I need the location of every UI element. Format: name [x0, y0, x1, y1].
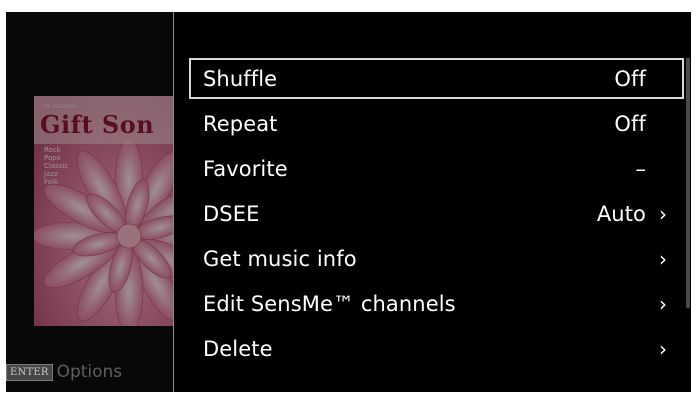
- album-genre: Rock: [44, 146, 61, 154]
- menu-item-delete[interactable]: Delete ›: [189, 328, 684, 369]
- options-hint: ENTER Options: [6, 360, 122, 384]
- menu-item-shuffle[interactable]: Shuffle Off: [189, 58, 684, 99]
- menu-item-label: Delete: [203, 336, 273, 361]
- album-genre: Classic: [44, 162, 69, 170]
- pane-divider: [173, 12, 174, 392]
- menu-item-edit-sensme-channels[interactable]: Edit SensMe™ channels ›: [189, 283, 684, 324]
- menu-item-label: DSEE: [203, 201, 260, 226]
- menu-item-value: Auto: [596, 201, 646, 226]
- menu-item-value: Off: [614, 66, 646, 91]
- menu-item-favorite[interactable]: Favorite –: [189, 148, 684, 189]
- menu-item-value: –: [635, 156, 646, 181]
- menu-item-get-music-info[interactable]: Get music info ›: [189, 238, 684, 279]
- album-genre: Folk: [44, 178, 59, 186]
- options-menu: Shuffle Off Repeat Off Favorite – DSEE A…: [189, 58, 684, 369]
- album-genre: Jazz: [44, 170, 58, 178]
- menu-item-label: Get music info: [203, 246, 357, 271]
- album-label-top: THE ESSENTIAL: [42, 104, 77, 109]
- menu-item-value: Off: [614, 111, 646, 136]
- menu-item-label: Shuffle: [203, 66, 278, 91]
- options-label: Options: [56, 362, 123, 382]
- album-title: Gift Son: [40, 110, 155, 139]
- menu-item-label: Edit SensMe™ channels: [203, 291, 456, 316]
- menu-item-label: Repeat: [203, 111, 278, 136]
- menu-item-dsee[interactable]: DSEE Auto ›: [189, 193, 684, 234]
- now-playing-pane: THE ESSENTIAL Gift Son Rock Pops Classic…: [6, 12, 173, 392]
- menu-item-label: Favorite: [203, 156, 288, 181]
- chevron-right-icon: ›: [658, 246, 668, 271]
- menu-scrollbar[interactable]: [686, 58, 690, 308]
- album-genre: Pops: [44, 154, 61, 162]
- album-genre-list: Rock Pops Classic Jazz Folk: [44, 146, 68, 186]
- menu-item-repeat[interactable]: Repeat Off: [189, 103, 684, 144]
- options-screen: THE ESSENTIAL Gift Son Rock Pops Classic…: [6, 12, 691, 392]
- chevron-right-icon: ›: [658, 201, 668, 226]
- chevron-right-icon: ›: [658, 336, 668, 361]
- album-art: THE ESSENTIAL Gift Son Rock Pops Classic…: [34, 96, 173, 326]
- enter-key-icon: ENTER: [6, 363, 53, 381]
- chevron-right-icon: ›: [658, 291, 668, 316]
